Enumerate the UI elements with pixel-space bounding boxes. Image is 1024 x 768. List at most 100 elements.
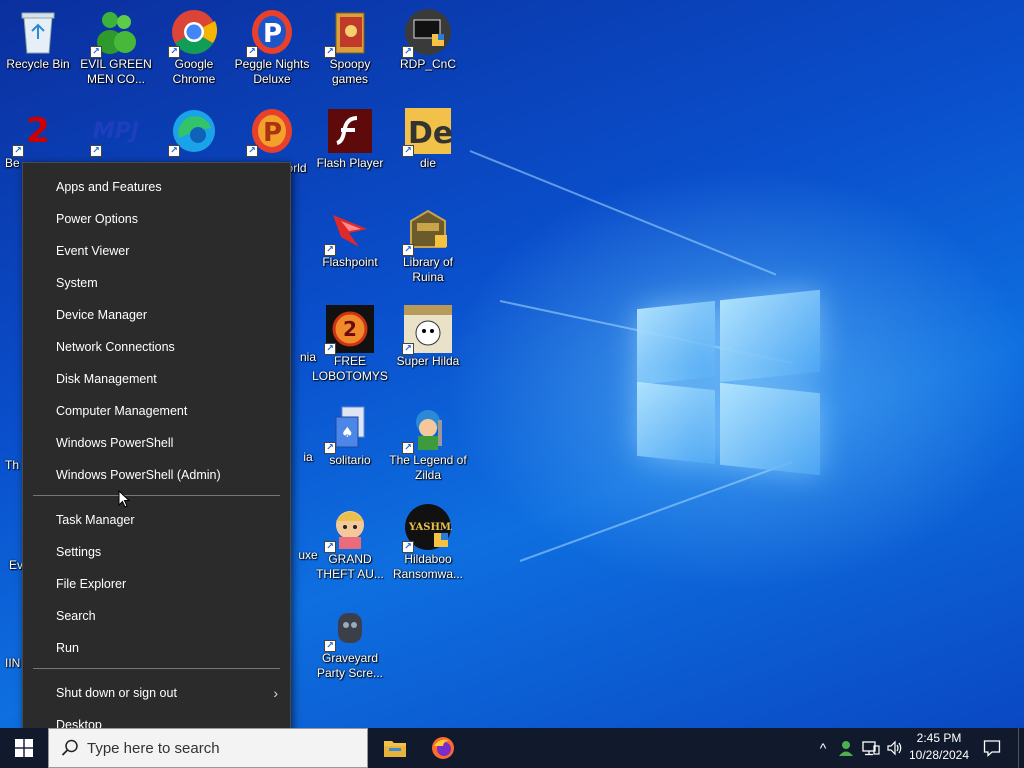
menu-item-shut-down[interactable]: Shut down or sign out › [23,677,290,709]
solitaire-icon: ♠ ↗ [324,404,374,454]
mpj-icon: MPJ ↗ [90,107,140,157]
taskbar-search-box[interactable] [48,728,368,768]
winx-context-menu: Apps and Features Power Options Event Vi… [22,162,291,741]
menu-separator [33,668,280,669]
desktop-icon-graveyard[interactable]: ↗ Graveyard Party Scre... [312,598,388,690]
svg-text:P: P [263,118,282,148]
library-icon: ↗ [402,206,452,256]
desktop-icon-free-lobotomys[interactable]: 2 ↗ FREE LOBOTOMYS [312,301,388,393]
menu-item-apps-and-features[interactable]: Apps and Features [23,171,290,203]
show-desktop-divider[interactable] [1018,728,1019,768]
zilda-icon: ↗ [402,404,452,454]
clock-time: 2:45 PM [916,731,962,745]
peggle-icon: P ↗ [246,8,296,58]
menu-item-windows-powershell[interactable]: Windows PowerShell [23,427,290,459]
menu-item-file-explorer[interactable]: File Explorer [23,568,290,600]
svg-text:YASHMA: YASHMA [408,522,452,533]
taskbar-clock[interactable]: 2:45 PM 10/28/2024 [904,730,974,764]
icon-label: Super Hilda [396,354,460,368]
desktop-icon-flashpoint[interactable]: ↗ Flashpoint [312,202,388,294]
desktop-icon-spoopy-games[interactable]: ↗ Spoopy games [312,4,388,96]
rdp-icon: ↗ [402,8,452,58]
file-explorer-icon [384,741,406,757]
svg-text:2: 2 [343,317,357,341]
icon-label: Hildaboo Ransomwa... [392,552,464,581]
menu-item-label: Shut down or sign out [56,686,177,700]
menu-separator [33,495,280,496]
menu-item-computer-management[interactable]: Computer Management [23,395,290,427]
icon-label: Peggle Nights Deluxe [234,57,310,86]
desktop-icon-flash-player[interactable]: Flash Player [312,103,388,195]
partial-icon: 2 ↗ [12,107,62,157]
menu-item-network-connections[interactable]: Network Connections [23,331,290,363]
taskbar-file-explorer[interactable] [371,728,419,768]
taskbar: ^ 2:45 PM 10/28/2024 [0,728,1024,768]
icon-label: Recycle Bin [6,57,70,71]
menu-item-event-viewer[interactable]: Event Viewer [23,235,290,267]
firefox-icon [432,737,454,759]
tray-user-icon[interactable] [836,728,856,768]
desktop-icon-chrome[interactable]: ↗ Google Chrome [156,4,232,96]
start-button[interactable] [0,728,48,768]
flashpoint-icon: ↗ [324,206,374,256]
menu-item-power-options[interactable]: Power Options [23,203,290,235]
search-icon [61,739,78,756]
peggle-icon: P ↗ [246,107,296,157]
menu-item-run[interactable]: Run [23,632,290,664]
menu-item-device-manager[interactable]: Device Manager [23,299,290,331]
menu-item-system[interactable]: System [23,267,290,299]
icon-label: Spoopy games [329,57,371,86]
edge-icon: ↗ [168,107,218,157]
super-hilda-icon: ↗ [402,305,452,355]
hildaboo-icon: YASHMA ↗ [402,503,452,553]
light-beam [469,150,777,276]
icon-label: EVIL GREEN MEN CO... [80,57,152,86]
desktop-icon-die[interactable]: De ↗ die [390,103,466,195]
menu-item-settings[interactable]: Settings [23,536,290,568]
menu-item-task-manager[interactable]: Task Manager [23,504,290,536]
messenger-men-icon: ↗ [90,8,140,58]
die-icon: De ↗ [402,107,452,157]
clock-date: 10/28/2024 [908,748,970,762]
recycle-bin-icon [14,8,62,56]
volume-icon[interactable] [884,728,906,768]
icon-label: Graveyard Party Scre... [316,651,384,680]
desktop-icon-legend-of-zilda[interactable]: ↗ The Legend of Zilda [389,400,467,492]
network-icon[interactable] [860,728,882,768]
desktop-icon-library-of-ruina[interactable]: ↗ Library of Ruina [390,202,466,294]
graveyard-icon: ↗ [324,602,374,652]
icon-label: solitario [329,453,371,467]
icon-label: RDP_CnC [399,57,456,71]
desktop-icon-evil-green-men[interactable]: ↗ EVIL GREEN MEN CO... [78,4,154,96]
desktop-icon-super-hilda[interactable]: ↗ Super Hilda [390,301,466,393]
desktop-icon-hildaboo[interactable]: YASHMA ↗ Hildaboo Ransomwa... [390,499,466,591]
show-hidden-icons-chevron-up-icon[interactable]: ^ [814,728,832,768]
taskbar-firefox[interactable] [419,728,467,768]
svg-text:♠: ♠ [341,425,354,441]
menu-item-disk-management[interactable]: Disk Management [23,363,290,395]
desktop-icon-solitario[interactable]: ♠ ↗ solitario [312,400,388,492]
menu-item-windows-powershell-admin[interactable]: Windows PowerShell (Admin) [23,459,290,491]
icon-label: Google Chrome [172,57,216,86]
icon-label: die [419,156,436,170]
desktop-icon-gta[interactable]: ↗ GRAND THEFT AU... [312,499,388,591]
windows-start-icon [15,739,33,757]
desktop-icon-recycle-bin[interactable]: Recycle Bin [0,4,76,96]
icon-label: GRAND THEFT AU... [316,552,384,581]
chevron-right-icon: › [273,685,278,701]
search-input[interactable] [87,739,357,757]
lobotomy-icon: 2 ↗ [324,305,374,355]
svg-text:De: De [408,116,452,151]
folder-icon: ↗ [324,8,374,58]
icon-label: Flash Player [316,156,384,170]
svg-text:P: P [263,19,282,49]
action-center-notification-icon[interactable] [980,728,1004,768]
menu-item-search[interactable]: Search [23,600,290,632]
light-beam [519,460,793,562]
icon-label: FREE LOBOTOMYS [312,354,388,383]
icon-label: Flashpoint [322,255,378,269]
gta-icon: ↗ [324,503,374,553]
desktop-icon-rdp-cnc[interactable]: ↗ RDP_CnC [390,4,466,96]
icon-label: The Legend of Zilda [389,453,467,482]
desktop-icon-peggle[interactable]: P ↗ Peggle Nights Deluxe [234,4,310,96]
